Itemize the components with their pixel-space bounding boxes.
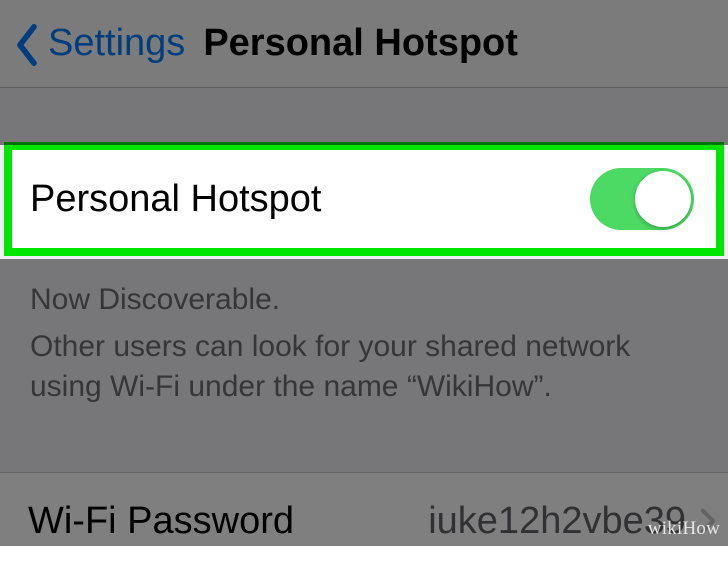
- highlight-border: Personal Hotspot: [4, 142, 724, 256]
- page-title: Personal Hotspot: [203, 22, 518, 65]
- navigation-bar: Settings Personal Hotspot: [0, 0, 728, 88]
- personal-hotspot-toggle[interactable]: [590, 168, 694, 230]
- toggle-knob: [635, 171, 691, 227]
- wifi-password-label: Wi-Fi Password: [28, 500, 294, 543]
- discoverable-footer: Now Discoverable. Other users can look f…: [0, 256, 728, 408]
- personal-hotspot-label: Personal Hotspot: [30, 178, 322, 221]
- footer-line-2: Other users can look for your shared net…: [30, 327, 698, 408]
- watermark: wikiHow: [648, 518, 720, 540]
- back-chevron-icon[interactable]: [14, 24, 40, 66]
- section-gap: [0, 88, 728, 142]
- back-button-label[interactable]: Settings: [48, 22, 185, 65]
- wifi-password-row[interactable]: Wi-Fi Password iuke12h2vbe39: [0, 472, 728, 570]
- footer-line-1: Now Discoverable.: [30, 280, 698, 321]
- personal-hotspot-row[interactable]: Personal Hotspot: [12, 150, 716, 248]
